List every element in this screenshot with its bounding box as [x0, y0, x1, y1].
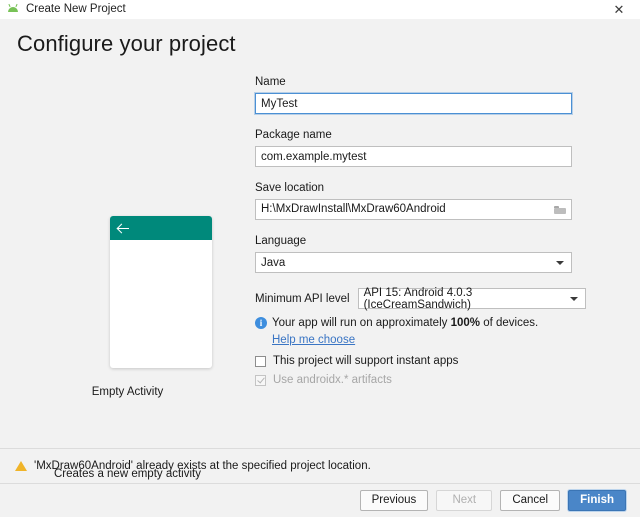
browse-folder-button[interactable]: [549, 200, 571, 219]
close-icon[interactable]: ✕: [598, 0, 640, 19]
template-description: Creates a new empty activity: [53, 468, 201, 480]
name-input[interactable]: [255, 93, 572, 114]
chevron-down-icon: [569, 296, 578, 301]
instant-apps-label: This project will support instant apps: [273, 355, 459, 367]
instant-apps-row[interactable]: This project will support instant apps: [255, 355, 640, 367]
package-name-input[interactable]: [255, 146, 572, 167]
cancel-button[interactable]: Cancel: [500, 490, 561, 511]
next-button: Next: [436, 490, 493, 511]
coverage-percent: 100%: [450, 317, 480, 329]
page-title: Configure your project: [17, 31, 236, 56]
language-selected-value: Java: [261, 256, 286, 269]
dialog-footer: Previous Next Cancel Finish: [0, 483, 640, 517]
language-label: Language: [255, 235, 307, 247]
folder-icon: [554, 205, 566, 214]
min-api-select[interactable]: API 15: Android 4.0.3 (IceCreamSandwich): [357, 286, 586, 311]
template-name-label: Empty Activity: [91, 386, 164, 398]
android-icon: [6, 3, 20, 17]
preview-appbar: [110, 216, 212, 240]
dialog-header: Configure your project: [0, 19, 640, 69]
field-group-min-api: Minimum API level API 15: Android 4.0.3 …: [255, 286, 640, 311]
language-select[interactable]: Java: [255, 252, 572, 273]
dialog-body: Empty Activity Creates a new empty activ…: [0, 69, 640, 480]
androidx-row: Use androidx.* artifacts: [255, 374, 640, 386]
instant-apps-checkbox[interactable]: [255, 355, 266, 367]
window-titlebar: Create New Project ✕: [0, 0, 640, 19]
project-config-form: Name Package name Save location Language…: [255, 69, 640, 448]
field-group-language: Language Java: [255, 235, 640, 273]
window-title: Create New Project: [26, 3, 126, 15]
save-location-input[interactable]: [256, 200, 549, 219]
field-group-save-location: Save location: [255, 182, 640, 220]
template-preview-panel: Empty Activity Creates a new empty activ…: [0, 69, 255, 480]
back-arrow-icon: [118, 223, 129, 234]
help-me-choose-link[interactable]: Help me choose: [272, 334, 355, 346]
androidx-checkbox: [255, 374, 266, 386]
field-group-name: Name: [255, 76, 640, 114]
info-icon: i: [255, 317, 267, 329]
name-label: Name: [255, 76, 286, 88]
previous-button[interactable]: Previous: [359, 490, 429, 511]
activity-preview-thumbnail: [110, 216, 212, 368]
finish-button[interactable]: Finish: [568, 490, 626, 511]
min-api-label: Minimum API level: [255, 292, 350, 305]
device-coverage-info: i Your app will run on approximately 100…: [255, 317, 640, 329]
coverage-text-after: of devices.: [480, 317, 539, 329]
save-location-label: Save location: [255, 182, 325, 194]
field-group-package-name: Package name: [255, 129, 640, 167]
save-location-field: [255, 199, 572, 220]
package-name-label: Package name: [255, 129, 332, 141]
min-api-selected-value: API 15: Android 4.0.3 (IceCreamSandwich): [363, 286, 473, 311]
coverage-text-before: Your app will run on approximately: [272, 317, 451, 329]
chevron-down-icon: [556, 260, 564, 265]
androidx-label: Use androidx.* artifacts: [273, 374, 392, 386]
device-coverage-text: Your app will run on approximately 100% …: [272, 317, 538, 329]
